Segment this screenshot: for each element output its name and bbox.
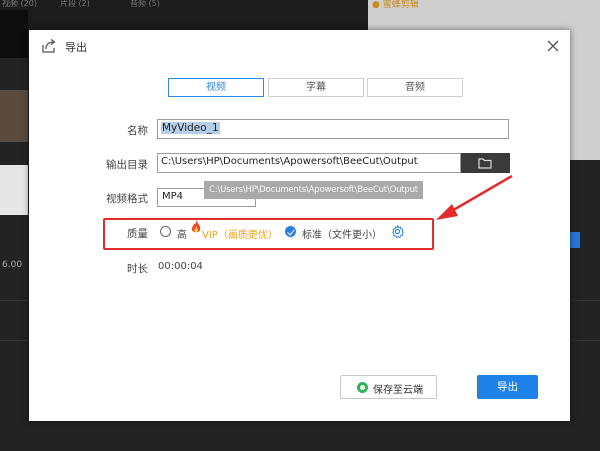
output-dir-label: 输出目录 bbox=[106, 159, 148, 171]
tab-audio[interactable]: 音频 bbox=[367, 78, 463, 97]
save-to-cloud-label: 保存至云端 bbox=[373, 385, 423, 396]
format-label: 视频格式 bbox=[106, 193, 148, 205]
tab-subtitle[interactable]: 字幕 bbox=[268, 78, 364, 97]
dialog-title: 导出 bbox=[65, 41, 87, 54]
background-thumbnail bbox=[0, 90, 28, 142]
tab-video[interactable]: 视频 bbox=[168, 78, 264, 97]
format-value: MP4 bbox=[162, 191, 184, 202]
close-icon[interactable] bbox=[546, 39, 560, 53]
duration-label: 时长 bbox=[127, 263, 148, 275]
duration-value: 00:00:04 bbox=[158, 261, 203, 272]
save-to-cloud-button[interactable]: 保存至云端 bbox=[340, 375, 437, 399]
quality-standard-label: 标准（文件更小） bbox=[302, 230, 382, 241]
quality-high-radio[interactable] bbox=[160, 226, 171, 237]
folder-icon bbox=[478, 158, 492, 169]
background-tab: 视频 (20) bbox=[2, 0, 37, 8]
vip-flame-icon bbox=[191, 220, 201, 233]
background-tab: 音频 (5) bbox=[130, 0, 160, 8]
background-thumbnail bbox=[0, 10, 28, 58]
name-input[interactable]: MyVideo_1 bbox=[157, 119, 509, 139]
quality-standard-radio[interactable] bbox=[285, 226, 296, 237]
name-label: 名称 bbox=[127, 125, 148, 137]
background-preview-title: ● 蜜蜂剪辑 bbox=[372, 0, 419, 10]
background-blue-marker bbox=[570, 232, 580, 248]
cloud-icon bbox=[357, 382, 368, 393]
annotation-arrow bbox=[436, 174, 513, 220]
output-path-tooltip: C:\Users\HP\Documents\Apowersoft\BeeCut\… bbox=[204, 181, 423, 199]
export-button[interactable]: 导出 bbox=[477, 375, 538, 399]
quality-high-vip-label: VIP（画质更优） bbox=[202, 230, 278, 241]
background-tab: 片段 (2) bbox=[60, 0, 90, 8]
quality-label: 质量 bbox=[127, 228, 148, 240]
quality-high-label: 高 bbox=[177, 230, 187, 241]
dialog-header: 导出 bbox=[29, 30, 570, 60]
background-time: 6.00 bbox=[2, 260, 23, 270]
export-icon bbox=[42, 38, 56, 53]
background-tabs: 视频 (20) 片段 (2) 音频 (5) bbox=[0, 0, 230, 8]
name-value: MyVideo_1 bbox=[161, 122, 220, 134]
background-thumbnail bbox=[0, 165, 28, 215]
